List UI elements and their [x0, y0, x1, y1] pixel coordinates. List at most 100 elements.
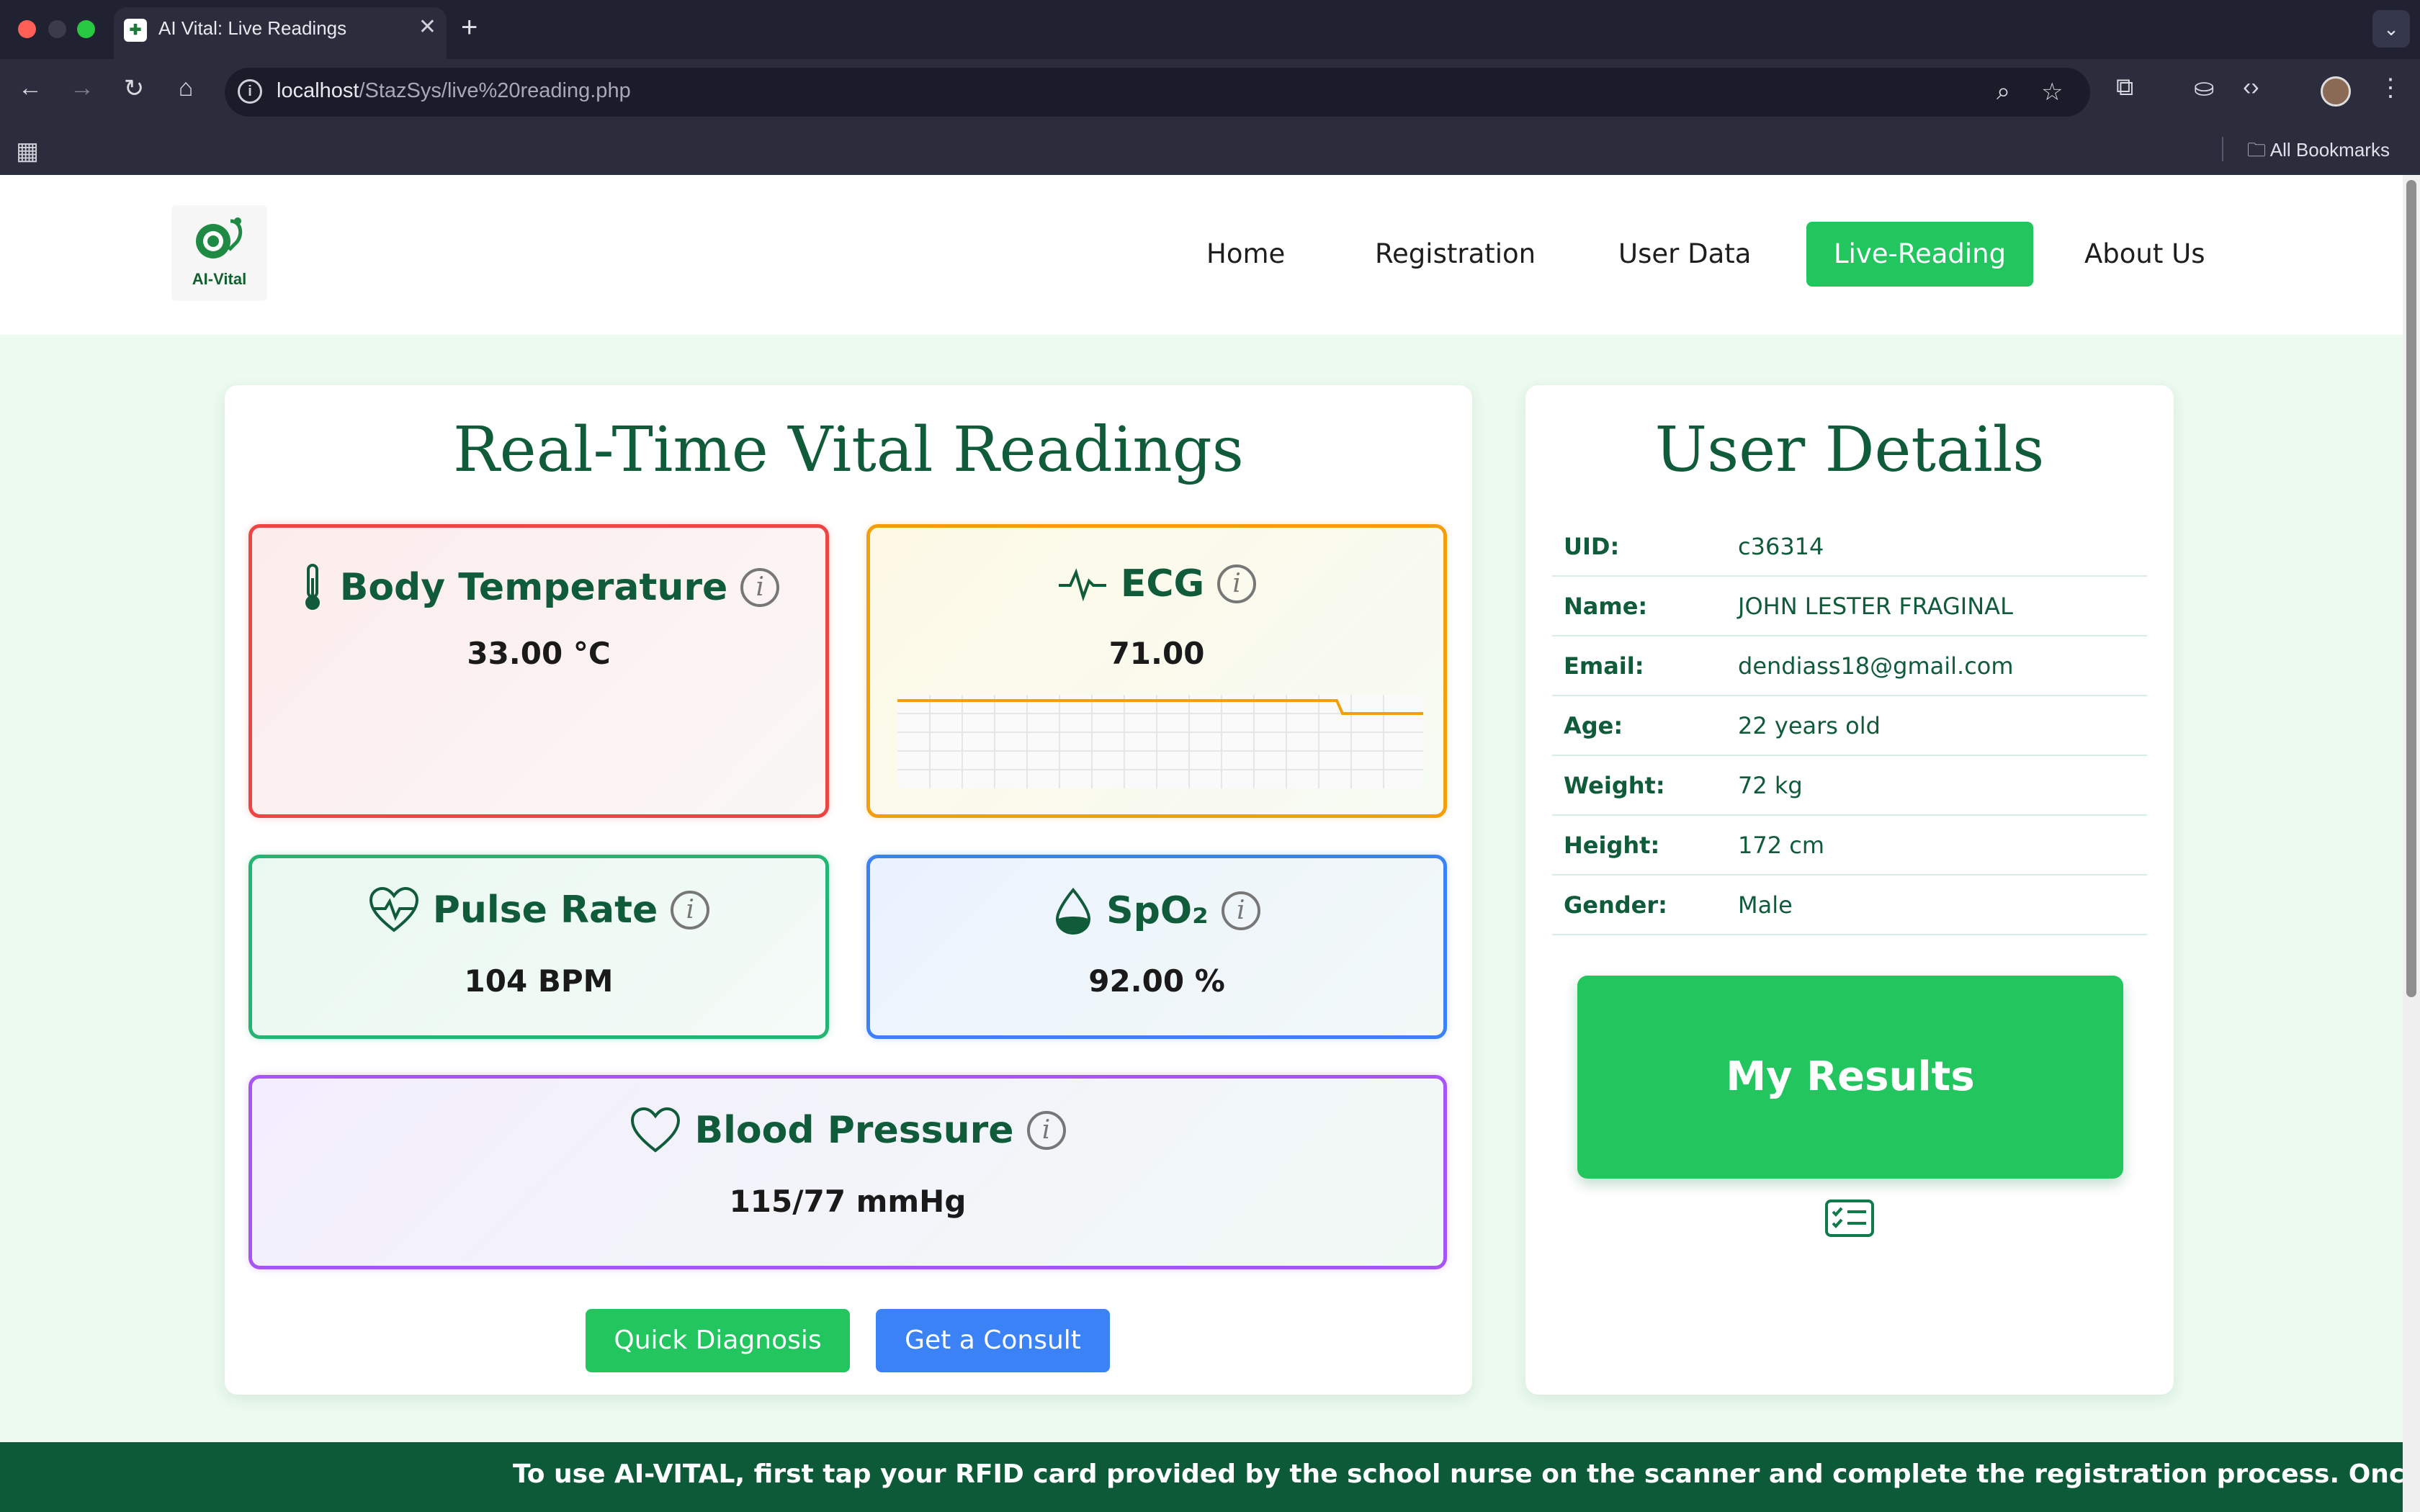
new-tab-icon[interactable]: + — [461, 12, 478, 44]
tab-title: AI Vital: Live Readings — [158, 17, 347, 39]
logo-text: AI-Vital — [192, 270, 247, 288]
minimize-window-button[interactable] — [48, 20, 66, 38]
heart-pulse-icon — [369, 887, 418, 932]
all-bookmarks-label: All Bookmarks — [2269, 139, 2390, 161]
blood-pressure-tile: Blood Pressure i 115/77 mmHg — [248, 1075, 1447, 1269]
vitals-title: Real-Time Vital Readings — [453, 414, 1244, 486]
close-window-button[interactable] — [18, 20, 36, 38]
home-icon[interactable]: ⌂ — [171, 74, 200, 102]
age-value: 22 years old — [1738, 712, 1881, 739]
address-bar[interactable]: i localhost/StazSys/live%20reading.php ⌕… — [225, 68, 2090, 117]
nav-live-reading[interactable]: Live-Reading — [1806, 222, 2034, 287]
spo2-header: SpO₂ i — [870, 887, 1443, 935]
spo2-label: SpO₂ — [1106, 889, 1209, 932]
pulse-label: Pulse Rate — [432, 888, 658, 932]
url-host: localhost — [277, 79, 359, 102]
url-path: /StazSys/live%20reading.php — [359, 79, 631, 102]
quick-diagnosis-button[interactable]: Quick Diagnosis — [586, 1309, 850, 1372]
height-value: 172 cm — [1738, 832, 1825, 859]
ecg-label: ECG — [1120, 562, 1205, 606]
detail-row-email: Email: dendiass18@gmail.com — [1552, 636, 2147, 696]
temperature-value: 33.00 °C — [467, 636, 611, 671]
pulse-tile: Pulse Rate i 104 BPM — [248, 855, 829, 1039]
blood-pressure-value: 115/77 mmHg — [729, 1184, 967, 1219]
site-logo[interactable]: AI-Vital — [171, 205, 267, 301]
incognito-icon[interactable]: ⛀ — [2194, 73, 2215, 102]
blood-pressure-label: Blood Pressure — [694, 1109, 1014, 1152]
gender-value: Male — [1738, 891, 1793, 919]
detail-row-name: Name: JOHN LESTER FRAGINAL — [1552, 577, 2147, 636]
ecg-chart — [897, 695, 1423, 788]
tab-close-icon[interactable]: ✕ — [418, 14, 436, 40]
page-viewport: AI-Vital Home Registration User Data Liv… — [0, 175, 2403, 1512]
favicon-icon: ✚ — [124, 19, 147, 42]
email-label: Email: — [1564, 652, 1644, 680]
nav-about-us[interactable]: About Us — [2084, 222, 2205, 287]
thermometer-icon — [305, 564, 320, 610]
blood-pressure-info-icon[interactable]: i — [1026, 1111, 1066, 1150]
ecg-wave-icon — [1058, 568, 1106, 602]
spo2-info-icon[interactable]: i — [1221, 891, 1260, 930]
tab-search-chevron-icon[interactable]: ⌄ — [2372, 10, 2410, 48]
info-ticker: To use AI-VITAL, first tap your RFID car… — [0, 1442, 2403, 1512]
back-icon[interactable]: ← — [16, 74, 45, 102]
url-text: localhost/StazSys/live%20reading.php — [277, 79, 631, 103]
ecg-tile: ECG i 71.00 — [866, 524, 1447, 818]
devtools-icon[interactable]: ‹› — [2243, 73, 2259, 102]
height-label: Height: — [1564, 832, 1660, 859]
detail-row-gender: Gender: Male — [1552, 876, 2147, 935]
browser-tab[interactable]: ✚ AI Vital: Live Readings ✕ — [114, 7, 447, 59]
nav-registration[interactable]: Registration — [1375, 222, 1536, 287]
detail-row-height: Height: 172 cm — [1552, 816, 2147, 876]
profile-avatar[interactable] — [2321, 76, 2351, 107]
nav-home[interactable]: Home — [1206, 222, 1285, 287]
name-label: Name: — [1564, 593, 1648, 620]
pulse-value: 104 BPM — [464, 963, 614, 999]
folder-icon: 🗀 — [2247, 139, 2270, 161]
maximize-window-button[interactable] — [77, 20, 95, 38]
heart-icon — [631, 1107, 681, 1153]
blood-pressure-header: Blood Pressure i — [252, 1107, 1443, 1153]
my-results-button[interactable]: My Results — [1577, 976, 2123, 1179]
name-value: JOHN LESTER FRAGINAL — [1738, 593, 2013, 620]
droplet-icon — [1056, 887, 1091, 935]
ecg-value: 71.00 — [1108, 636, 1205, 671]
menu-icon[interactable]: ⋮ — [2378, 73, 2403, 102]
weight-label: Weight: — [1564, 772, 1665, 799]
zoom-icon[interactable]: ⌕ — [1996, 78, 2010, 106]
spo2-value: 92.00 % — [1088, 963, 1225, 999]
bookmarks-divider — [2222, 137, 2223, 161]
user-details-title: User Details — [1654, 414, 2045, 486]
ecg-header: ECG i — [870, 562, 1443, 606]
detail-row-uid: UID: c36314 — [1552, 517, 2147, 577]
email-value: dendiass18@gmail.com — [1738, 652, 2014, 680]
temperature-label: Body Temperature — [339, 566, 728, 609]
browser-chrome: ✚ AI Vital: Live Readings ✕ + ⌄ ← → ↻ ⌂ … — [0, 0, 2420, 175]
temperature-header: Body Temperature i — [252, 562, 825, 613]
nav-user-data[interactable]: User Data — [1618, 222, 1751, 287]
temperature-tile: Body Temperature i 33.00 °C — [248, 524, 829, 818]
forward-icon[interactable]: → — [68, 74, 97, 102]
reload-icon[interactable]: ↻ — [120, 74, 148, 103]
detail-row-weight: Weight: 72 kg — [1552, 756, 2147, 816]
gender-label: Gender: — [1564, 891, 1667, 919]
tab-strip: ✚ AI Vital: Live Readings ✕ + ⌄ — [0, 0, 2420, 59]
get-consult-button[interactable]: Get a Consult — [876, 1309, 1110, 1372]
extensions-icon[interactable]: ⧉ — [2116, 73, 2133, 102]
spo2-tile: SpO₂ i 92.00 % — [866, 855, 1447, 1039]
ecg-info-icon[interactable]: i — [1217, 564, 1257, 603]
age-label: Age: — [1564, 712, 1623, 739]
results-checklist-icon[interactable] — [1824, 1199, 1875, 1238]
ecg-trace — [897, 699, 1423, 715]
pulse-header: Pulse Rate i — [252, 887, 825, 933]
pulse-info-icon[interactable]: i — [671, 891, 710, 930]
scrollbar-thumb[interactable] — [2406, 180, 2416, 997]
ticker-text: To use AI-VITAL, first tap your RFID car… — [513, 1459, 2403, 1489]
bookmark-star-icon[interactable]: ☆ — [2041, 78, 2063, 107]
temperature-info-icon[interactable]: i — [740, 568, 780, 607]
uid-value: c36314 — [1738, 533, 1824, 560]
all-bookmarks[interactable]: 🗀 All Bookmarks — [2247, 137, 2390, 168]
stethoscope-logo-icon — [196, 217, 243, 258]
site-info-icon[interactable]: i — [238, 79, 262, 104]
apps-grid-icon[interactable]: ▦ — [16, 137, 39, 166]
